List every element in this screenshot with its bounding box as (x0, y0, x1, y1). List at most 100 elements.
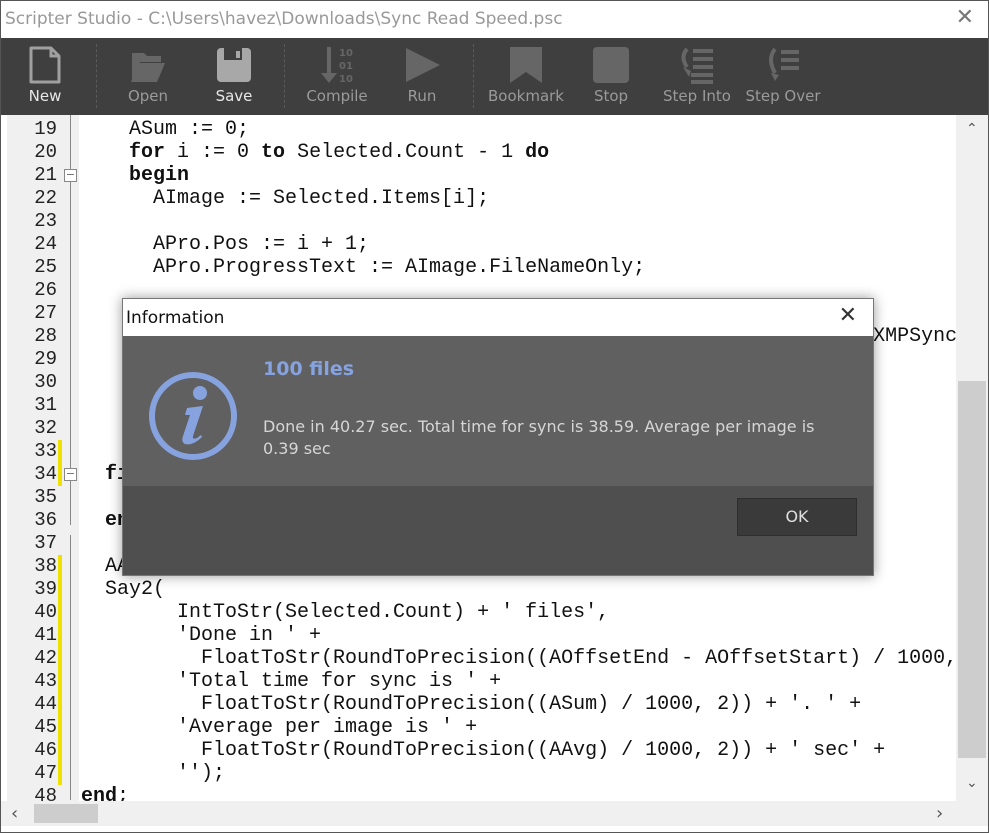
step-over-button[interactable]: Step Over (738, 38, 828, 115)
svg-text:10: 10 (339, 48, 353, 59)
horizontal-scroll-thumb[interactable] (34, 804, 98, 823)
code-line[interactable]: IntToStr(Selected.Count) + ' files', (81, 601, 609, 624)
code-line[interactable]: FloatToStr(RoundToPrecision((AAvg) / 100… (81, 739, 885, 762)
open-button[interactable]: Open (113, 38, 183, 115)
line-number: 28 (34, 325, 57, 347)
code-line[interactable]: ''); (81, 762, 225, 785)
line-number: 26 (34, 279, 57, 301)
modified-line-marker (58, 670, 62, 693)
line-number: 45 (34, 716, 57, 738)
code-text: AImage := Selected.Items[i]; (81, 187, 490, 210)
code-line[interactable]: FloatToStr(RoundToPrecision((AOffsetEnd … (81, 647, 957, 670)
code-line[interactable]: AImage := Selected.Items[i]; (81, 187, 489, 210)
code-line[interactable]: ASum := 0; (81, 118, 249, 141)
code-line[interactable]: for i := 0 to Selected.Count - 1 do (81, 141, 549, 164)
code-keyword: for (129, 141, 166, 164)
code-text: Say2( (81, 578, 166, 601)
modified-line-marker (58, 693, 62, 716)
vertical-scroll-thumb[interactable] (958, 381, 986, 758)
floppy-disk-icon (217, 48, 251, 82)
code-text: APro.ProgressText := AImage.FileNameOnly… (81, 256, 646, 279)
scroll-up-icon[interactable]: ⌃ (966, 121, 978, 137)
bookmark-button[interactable]: Bookmark (481, 38, 571, 115)
scrollbar-corner (956, 801, 988, 826)
line-number: 30 (34, 371, 57, 393)
code-line[interactable]: end; (81, 785, 129, 802)
code-line[interactable]: 'Done in ' + (81, 624, 321, 647)
fold-toggle-icon[interactable]: − (64, 468, 77, 481)
scroll-down-icon[interactable]: ⌄ (966, 775, 978, 791)
line-number: 47 (34, 762, 57, 784)
modified-line-marker (58, 463, 62, 486)
code-text: FloatToStr(RoundToPrecision((AOffsetEnd … (81, 647, 958, 670)
line-number: 24 (34, 233, 57, 255)
modified-line-marker (58, 601, 62, 624)
code-text: ''); (81, 762, 226, 785)
new-button[interactable]: New (10, 38, 80, 115)
code-text: Selected.Count - 1 (285, 141, 526, 164)
toolbar-button-label: Bookmark (488, 87, 564, 105)
code-keyword: do (525, 141, 550, 164)
stop-button[interactable]: Stop (581, 38, 641, 115)
line-number: 44 (34, 693, 57, 715)
vertical-scrollbar[interactable]: ⌃ ⌄ (956, 115, 988, 801)
toolbar-separator (284, 44, 285, 108)
modified-line-marker (58, 647, 62, 670)
step-over-icon (769, 47, 799, 81)
line-number: 46 (34, 739, 57, 761)
toolbar-separator (473, 44, 474, 108)
code-line[interactable]: APro.ProgressText := AImage.FileNameOnly… (81, 256, 645, 279)
toolbar-button-label: Save (215, 87, 253, 105)
line-number: 34 (34, 463, 57, 485)
code-text: 'Average per image is ' + (81, 716, 478, 739)
line-number: 22 (34, 187, 57, 209)
run-button[interactable]: Run (392, 38, 452, 115)
modified-line-marker (58, 440, 62, 463)
dialog-close-button[interactable]: ✕ (839, 303, 857, 328)
code-text: ASum := 0; (81, 118, 250, 141)
line-number: 43 (34, 670, 57, 692)
compile-button[interactable]: 10 01 10 Compile (297, 38, 377, 115)
toolbar-button-label: Open (127, 87, 169, 105)
code-line[interactable]: FloatToStr(RoundToPrecision((ASum) / 100… (81, 693, 861, 716)
dialog-heading: 100 files (263, 358, 355, 380)
code-line[interactable]: begin (81, 164, 189, 187)
line-number: 38 (34, 555, 57, 577)
line-number: 42 (34, 647, 57, 669)
fold-toggle-icon[interactable]: − (64, 169, 77, 182)
line-number: 20 (34, 141, 57, 163)
toolbar-button-label: Step Over (745, 87, 821, 105)
code-text: FloatToStr(RoundToPrecision((ASum) / 100… (81, 693, 862, 716)
code-line[interactable]: 'Total time for sync is ' + (81, 670, 501, 693)
code-line[interactable]: Say2( (81, 578, 165, 601)
window-close-button[interactable]: ✕ (956, 5, 974, 30)
step-into-button[interactable]: Step Into (657, 38, 737, 115)
modified-line-marker (58, 578, 62, 601)
modified-line-marker (58, 555, 62, 578)
toolbar-button-label: Step Into (663, 87, 731, 105)
code-line[interactable]: 'Average per image is ' + (81, 716, 477, 739)
code-text: FloatToStr(RoundToPrecision((AAvg) / 100… (81, 739, 886, 762)
toolbar-button-label: Stop (593, 87, 629, 105)
title-bar: Scripter Studio - C:\Users\havez\Downloa… (1, 1, 988, 38)
stop-icon (593, 47, 629, 83)
line-number: 29 (34, 348, 57, 370)
line-number-gutter: 19 20 21−22 23 24 25 26 27 28 29 30 31 32 33 34−35 36 37… (7, 115, 79, 802)
toolbar: New Open Save 10 01 10 Compile Run Bookmark Stop S… (1, 38, 988, 115)
code-text: ; (117, 785, 130, 802)
dialog-title: Information (126, 308, 225, 328)
modified-line-marker (58, 624, 62, 647)
save-button[interactable]: Save (199, 38, 269, 115)
code-text: 'Done in ' + (81, 624, 322, 647)
scroll-left-icon[interactable]: ‹ (11, 803, 18, 824)
horizontal-scrollbar[interactable]: ‹ › (1, 801, 956, 826)
toolbar-separator (96, 44, 97, 108)
line-number: 40 (34, 601, 57, 623)
code-line[interactable]: APro.Pos := i + 1; (81, 233, 369, 256)
line-number: 33 (34, 440, 57, 462)
dialog-title-bar: Information ✕ (123, 299, 873, 336)
ok-button[interactable]: OK (737, 498, 857, 536)
scroll-right-icon[interactable]: › (936, 803, 943, 824)
